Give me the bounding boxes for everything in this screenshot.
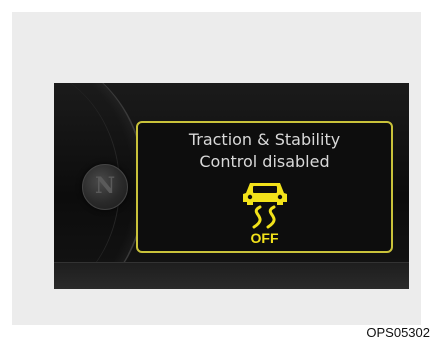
cluster-bottom-band [54,262,409,289]
warning-message-line2: Control disabled [199,152,330,171]
indicator-off-label: OFF [250,230,279,246]
hub-logo: N [94,173,116,199]
warning-message-line1: Traction & Stability [188,130,341,149]
instrument-cluster-display: N Traction & Stability Control disabled … [54,83,409,289]
illustration-panel: N Traction & Stability Control disabled … [12,12,421,325]
traction-control-off-icon [243,183,287,229]
figure-code: OPS05302 [366,325,430,340]
gauge-needle-hub: N [82,164,128,210]
warning-message-box: Traction & Stability Control disabled OF… [136,121,393,253]
